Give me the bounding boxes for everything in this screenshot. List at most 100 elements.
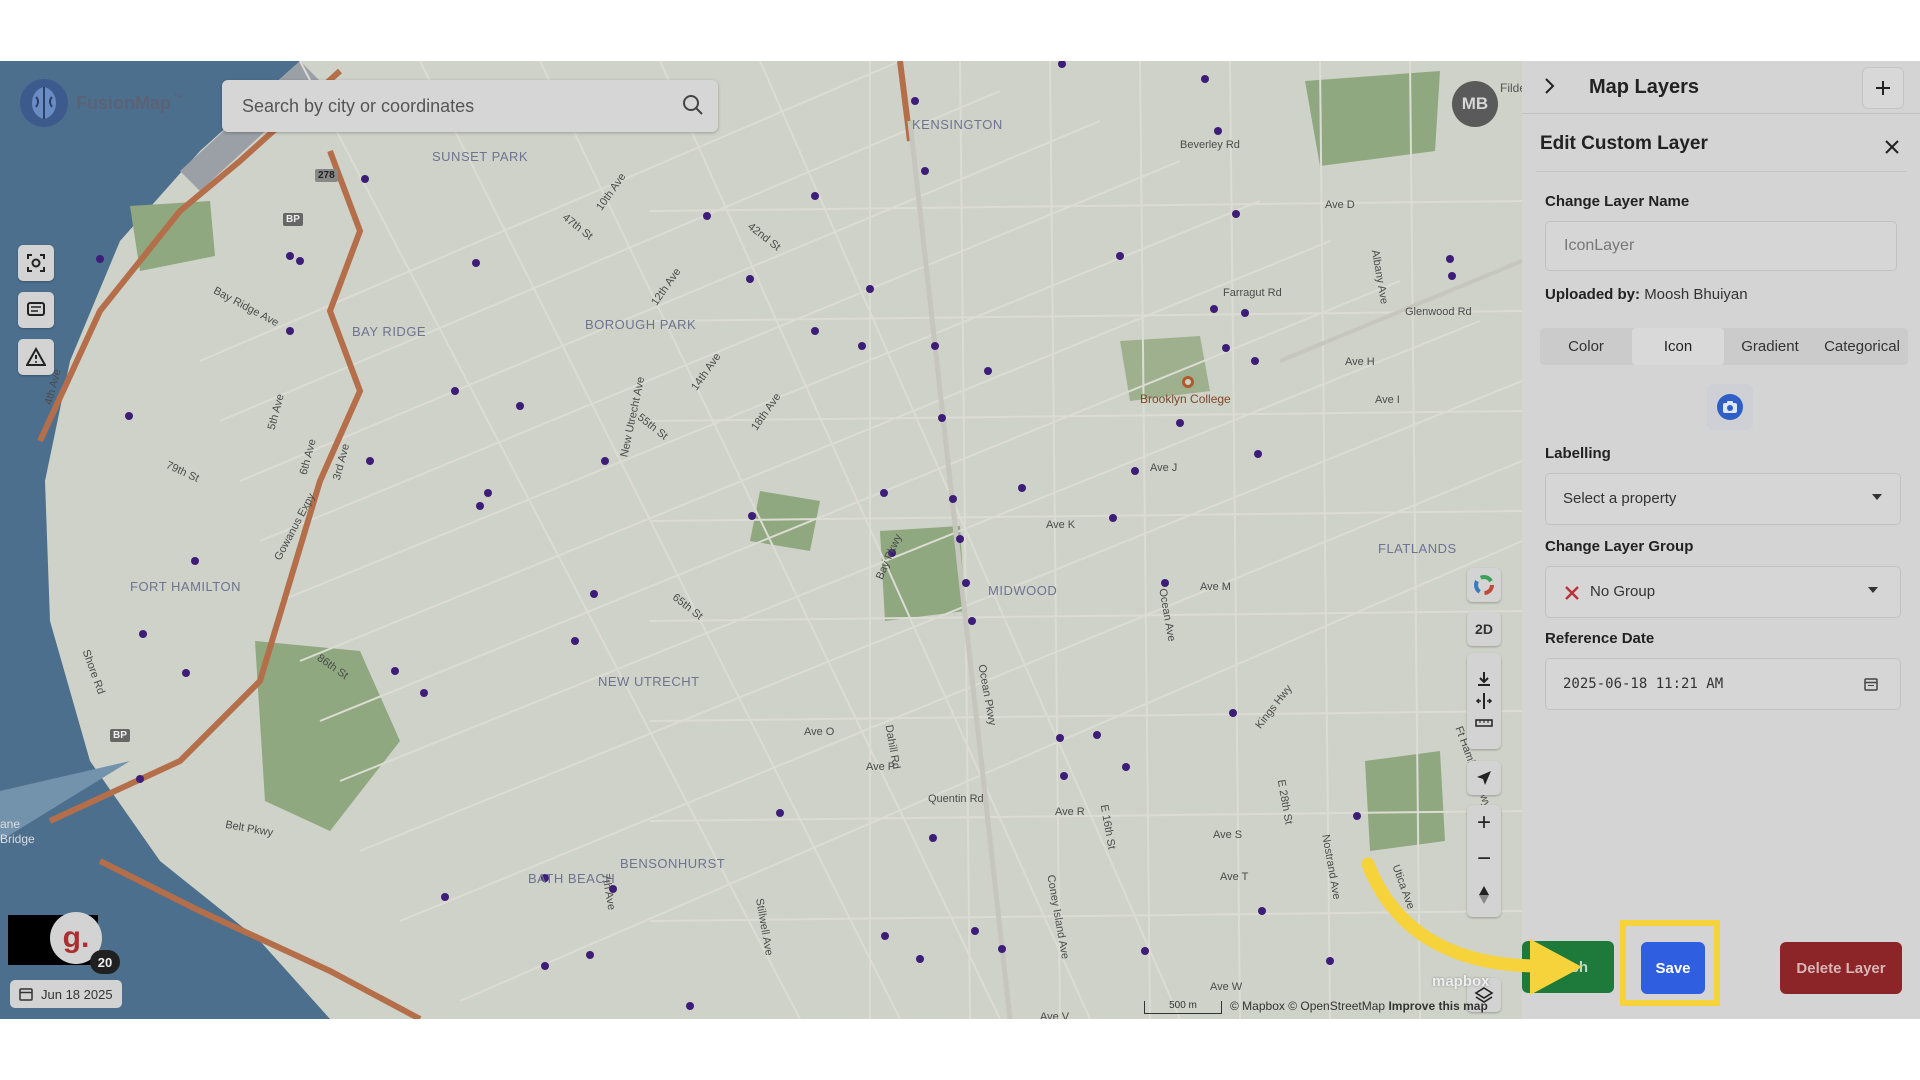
zoom-in-button[interactable]: +: [1467, 805, 1501, 841]
brain-logo-icon: [20, 79, 68, 127]
notes-tool-button[interactable]: [18, 292, 54, 328]
user-avatar[interactable]: MB: [1452, 81, 1498, 127]
map-label-street: Ave K: [1046, 519, 1076, 531]
icon-picker-button[interactable]: [1707, 384, 1753, 430]
layer-name-input[interactable]: [1562, 236, 1886, 256]
map-label-area: SUNSET PARK: [432, 149, 529, 164]
map-label-street: Ave R: [1055, 806, 1085, 818]
map-tools-group: [1467, 653, 1501, 749]
style-tabs: Color Icon Gradient Categorical: [1540, 328, 1908, 365]
labelling-value: Select a property: [1563, 490, 1677, 507]
brand-name: FusionMap: [76, 92, 171, 113]
search-bar[interactable]: [222, 80, 718, 132]
message-icon: [27, 302, 45, 316]
map-label-street: Quentin Rd: [928, 793, 984, 805]
map-label-area: BOROUGH PARK: [585, 317, 697, 332]
locate-button[interactable]: [1467, 761, 1501, 795]
publish-button[interactable]: ublish: [1522, 941, 1614, 993]
map-label-edge: Bridge: [0, 832, 35, 846]
map-label-area: MIDWOOD: [988, 583, 1058, 598]
avatar-tail-text: Filder: [1500, 81, 1522, 95]
tab-color[interactable]: Color: [1540, 328, 1632, 365]
chevron-down-icon: [1868, 587, 1878, 593]
brand-trademark: ™: [173, 92, 183, 104]
date-chip-label: Jun 18 2025: [41, 986, 113, 1002]
navigation-arrow-icon: [1477, 771, 1491, 785]
map-label-street: Beverley Rd: [1180, 139, 1240, 151]
chevron-right-icon[interactable]: [1538, 75, 1560, 97]
divider: [1536, 171, 1906, 172]
map-label-area: FORT HAMILTON: [130, 579, 241, 594]
highway-shield: BP: [110, 729, 130, 742]
scale-bar: 500 m: [1144, 1001, 1222, 1014]
map-label-street: Ave M: [1200, 581, 1231, 593]
search-input[interactable]: [240, 93, 664, 119]
map-label-area: FLATLANDS: [1378, 541, 1457, 556]
calendar-icon[interactable]: [1864, 677, 1878, 691]
map-label-edge: ane: [0, 817, 21, 831]
map-label-area: KENSINGTON: [912, 117, 1003, 132]
delete-layer-button[interactable]: Delete Layer: [1780, 942, 1902, 994]
map-label-area: NEW UTRECHT: [598, 674, 700, 689]
uploaded-by: Uploaded by: Moosh Bhuiyan: [1545, 286, 1748, 303]
attribution-text[interactable]: © Mapbox © OpenStreetMap: [1230, 999, 1385, 1013]
camera-icon: [1717, 394, 1743, 420]
mapbox-logo[interactable]: mapbox: [1432, 973, 1490, 990]
chevron-down-icon: [1872, 494, 1882, 500]
reference-date-value: 2025-06-18 11:21 AM: [1563, 676, 1724, 692]
labelling-select[interactable]: Select a property: [1545, 473, 1901, 525]
add-layer-button[interactable]: [1862, 67, 1904, 109]
reference-date-label: Reference Date: [1545, 630, 1655, 647]
map-label-street: Farragut Rd: [1223, 287, 1282, 299]
compass-icon: [1479, 886, 1489, 904]
highway-shield: 278: [315, 169, 338, 182]
tab-icon[interactable]: Icon: [1632, 328, 1724, 365]
search-icon[interactable]: [682, 94, 704, 116]
color-palette-button[interactable]: [1467, 568, 1501, 602]
panel-header: Map Layers: [1522, 61, 1920, 114]
map-label-street: Ave T: [1220, 871, 1249, 883]
layer-group-value: No Group: [1590, 583, 1656, 600]
layer-name-field[interactable]: [1545, 221, 1897, 271]
map-label-street: Ave O: [804, 726, 835, 738]
color-wheel-icon: [1474, 575, 1494, 595]
map-label-street: Ave S: [1213, 829, 1243, 841]
tab-gradient[interactable]: Gradient: [1724, 328, 1816, 365]
focus-capture-icon: [27, 254, 45, 272]
map-label-street: Ave W: [1210, 981, 1243, 993]
uploaded-by-value: Moosh Bhuiyan: [1644, 286, 1748, 303]
reference-date-field[interactable]: 2025-06-18 11:21 AM: [1545, 658, 1901, 710]
map-attribution: © Mapbox © OpenStreetMap Improve this ma…: [1230, 999, 1488, 1013]
app-window: KENSINGTON SUNSET PARK BOROUGH PARK BAY …: [0, 61, 1920, 1019]
brand-logo-group[interactable]: FusionMap ™: [18, 77, 183, 129]
layer-name-label: Change Layer Name: [1545, 193, 1690, 210]
tab-categorical[interactable]: Categorical: [1816, 328, 1908, 365]
close-icon[interactable]: [1884, 139, 1900, 155]
map-label-street: Ave H: [1345, 356, 1375, 368]
zoom-controls: + −: [1467, 805, 1501, 917]
map-label-poi: Brooklyn College: [1140, 392, 1231, 406]
layer-group-select[interactable]: No Group: [1545, 566, 1901, 618]
split-compare-icon[interactable]: [1475, 692, 1493, 710]
save-highlight-box: [1620, 920, 1720, 1006]
badge-count: 20: [90, 950, 120, 974]
map-label-street: Ave J: [1150, 462, 1178, 474]
zoom-out-button[interactable]: −: [1467, 841, 1501, 877]
warning-icon: [26, 347, 46, 366]
alert-tool-button[interactable]: [18, 339, 54, 375]
download-icon[interactable]: [1475, 670, 1493, 688]
highway-shield: BP: [283, 213, 303, 226]
map-label-street: Ave V: [1040, 1011, 1070, 1019]
map-label-area: BENSONHURST: [620, 856, 726, 871]
map-label-street: Ave D: [1325, 199, 1355, 211]
date-chip[interactable]: Jun 18 2025: [10, 980, 122, 1008]
labelling-label: Labelling: [1545, 445, 1611, 462]
map-canvas[interactable]: KENSINGTON SUNSET PARK BOROUGH PARK BAY …: [0, 61, 1522, 1019]
view-2d-toggle[interactable]: 2D: [1467, 612, 1501, 646]
compass-button[interactable]: [1467, 877, 1501, 913]
calendar-icon: [19, 988, 33, 1001]
panel-title: Map Layers: [1589, 76, 1700, 98]
ruler-icon[interactable]: [1475, 714, 1493, 732]
screenshot-tool-button[interactable]: [18, 245, 54, 281]
improve-map-link[interactable]: Improve this map: [1388, 999, 1487, 1013]
